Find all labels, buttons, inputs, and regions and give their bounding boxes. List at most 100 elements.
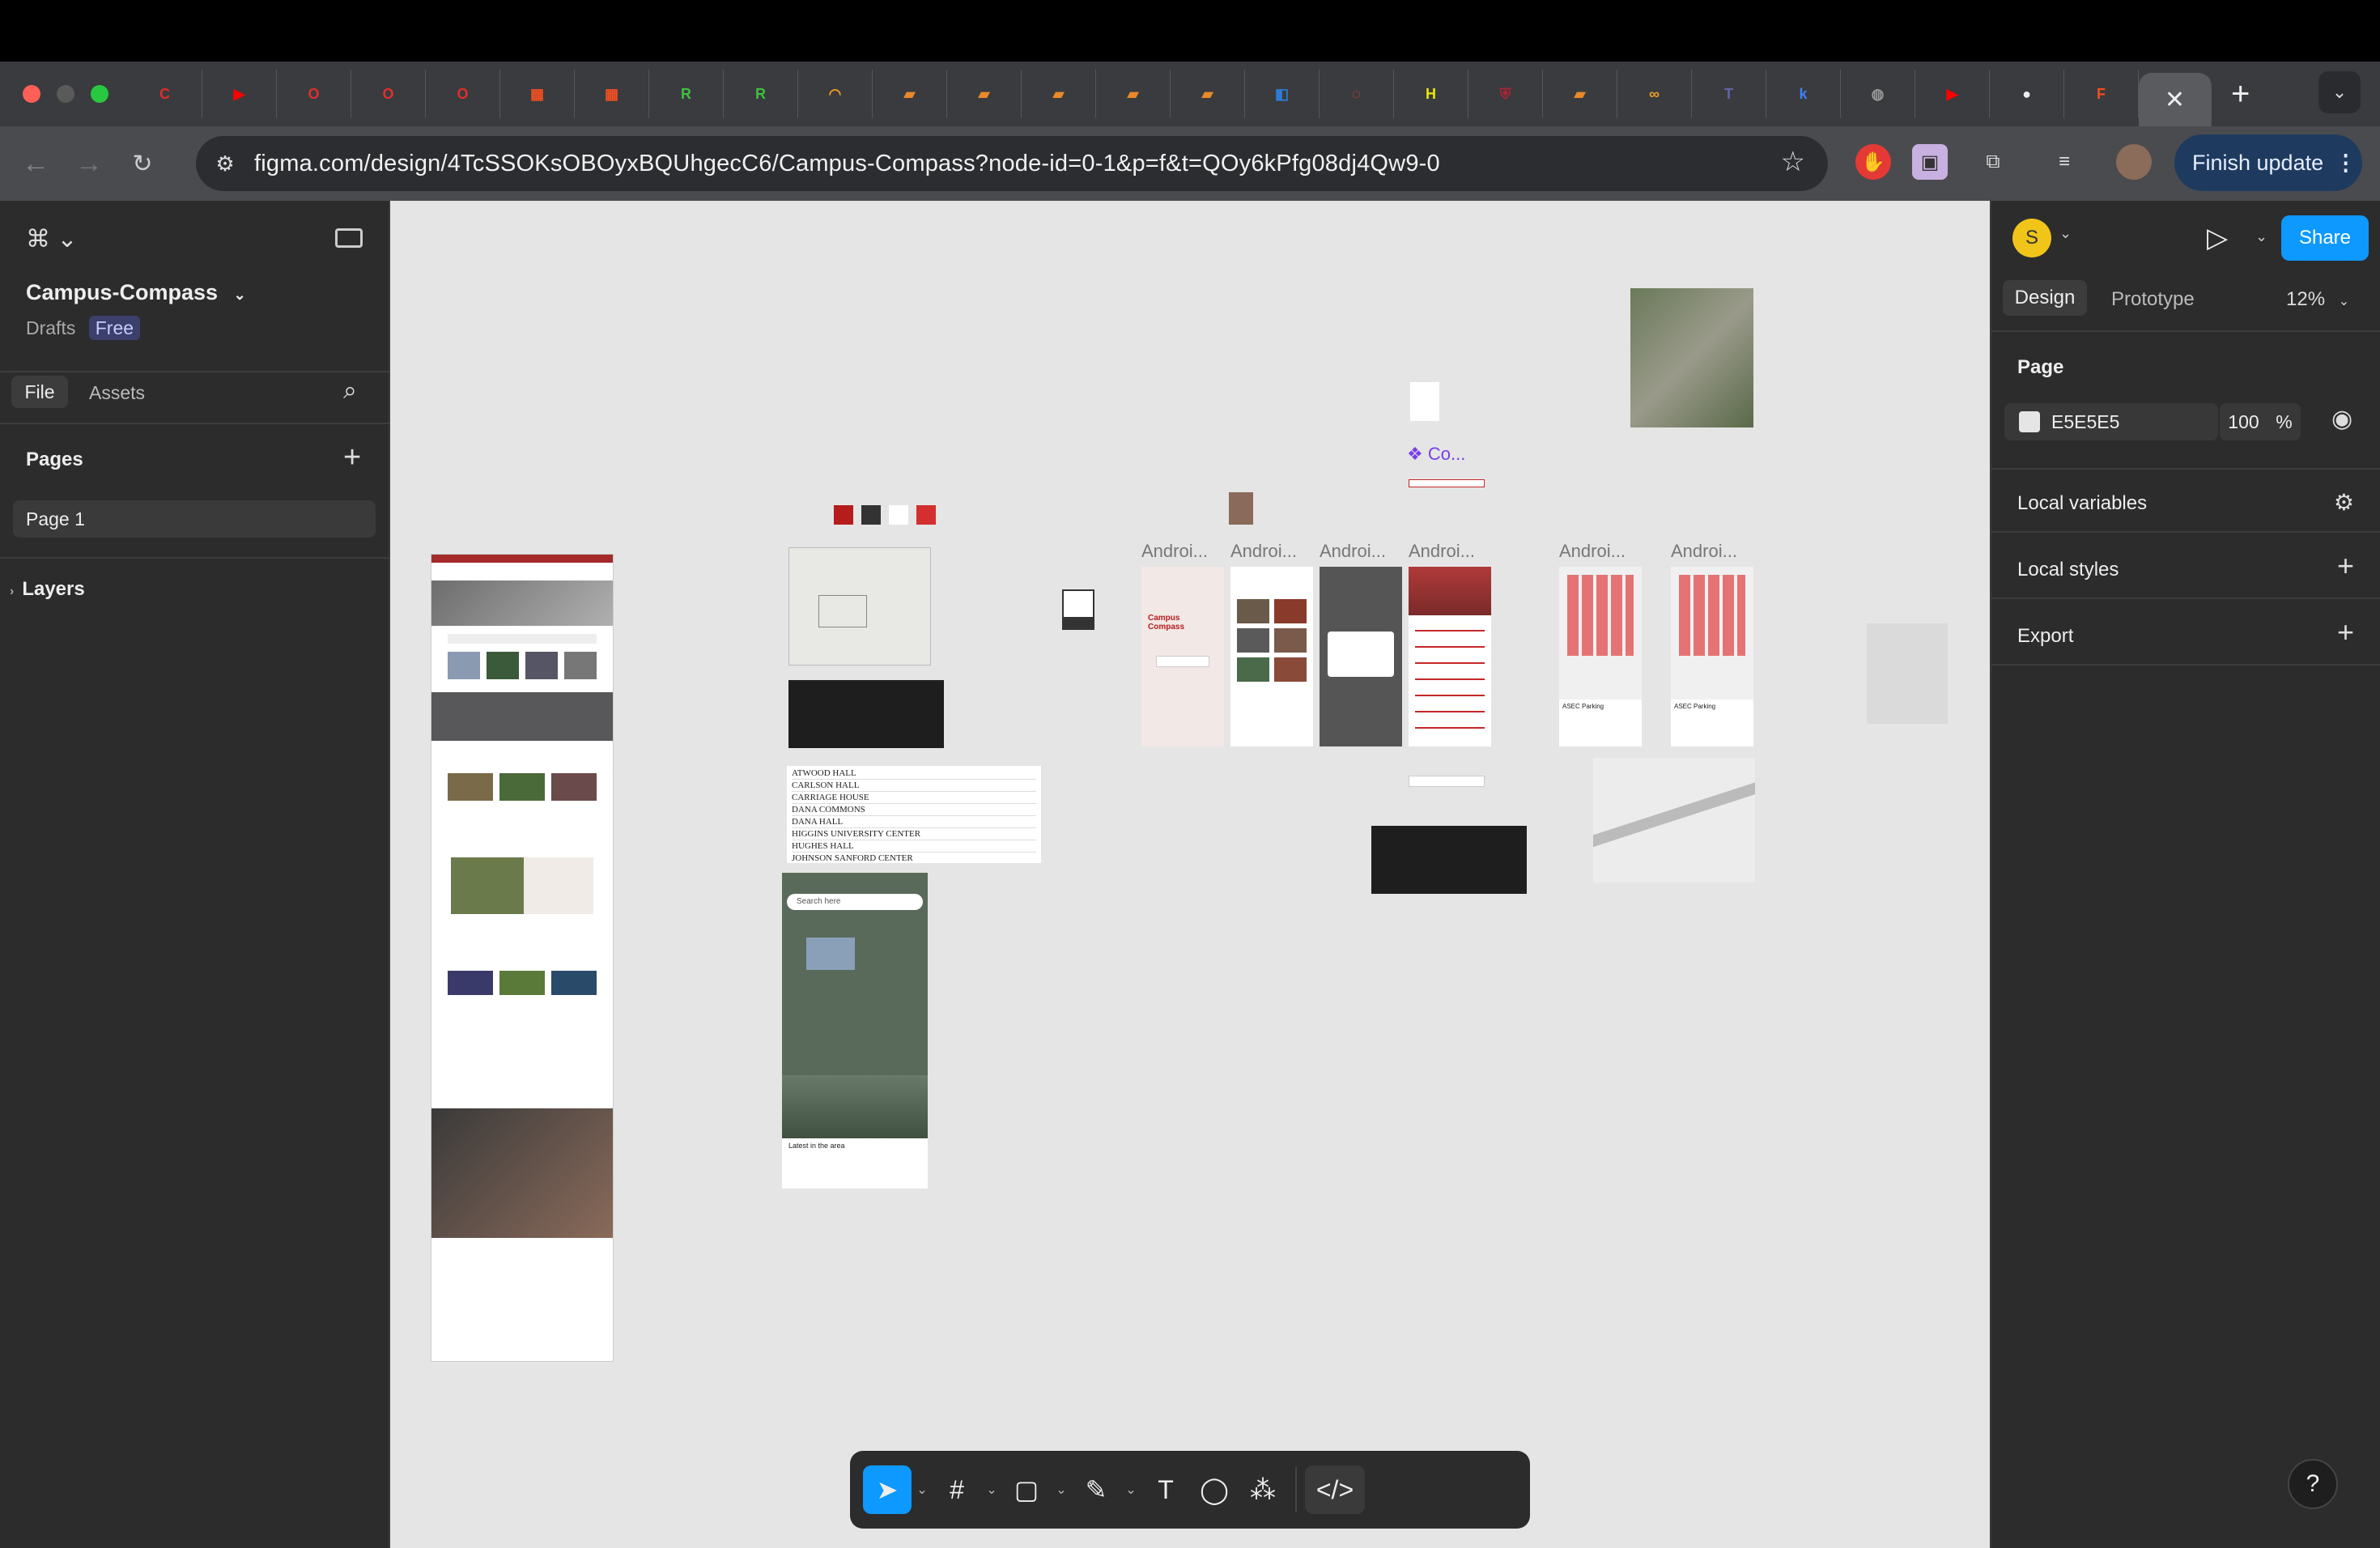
browser-tab[interactable]: F xyxy=(2064,70,2139,118)
file-name[interactable]: Campus-Compass ⌄ xyxy=(26,280,246,305)
frame-label-android-2[interactable]: Androi... xyxy=(1230,541,1297,562)
move-tool-icon[interactable]: ➤ xyxy=(863,1465,912,1514)
add-style-icon[interactable]: + xyxy=(2337,549,2354,583)
fill-swatch[interactable] xyxy=(2019,411,2040,432)
add-export-icon[interactable]: + xyxy=(2337,615,2354,649)
pen-tool-icon[interactable]: ✎ xyxy=(1072,1465,1120,1514)
url-text[interactable]: figma.com/design/4TcSSOKsOBOyxBQUhgecC6/… xyxy=(254,151,1440,177)
address-bar[interactable]: ⚙ figma.com/design/4TcSSOKsOBOyxBQUhgecC… xyxy=(196,136,1828,191)
zoom-control[interactable]: 12% ⌄ xyxy=(2286,288,2349,311)
chevron-down-icon[interactable]: ⌄ xyxy=(1120,1482,1141,1498)
rectangle-tool-icon[interactable]: ▢ xyxy=(1002,1465,1051,1514)
user-avatar[interactable]: S xyxy=(2012,219,2051,257)
browser-tab[interactable]: ▰ xyxy=(947,70,1022,118)
map-search-field[interactable]: Search here xyxy=(787,894,923,910)
browser-tab[interactable]: ◧ xyxy=(1245,70,1320,118)
dev-mode-toggle-icon[interactable]: </> xyxy=(1305,1465,1365,1514)
layers-heading[interactable]: › Layers xyxy=(10,578,85,601)
browser-tab[interactable]: R xyxy=(649,70,724,118)
search-icon[interactable]: ⌕ xyxy=(343,377,357,405)
browser-tab[interactable]: ⛨ xyxy=(1468,70,1543,118)
building-thumb[interactable] xyxy=(1229,492,1253,525)
aerial-parking-photo[interactable] xyxy=(1630,288,1753,427)
component-instance[interactable] xyxy=(1409,479,1485,487)
comment-tool-icon[interactable]: ◯ xyxy=(1190,1465,1239,1514)
drafts-label[interactable]: Drafts xyxy=(26,317,75,338)
terminal-screenshot[interactable] xyxy=(788,680,944,748)
browser-tab[interactable]: ◌ xyxy=(1320,70,1394,118)
back-button[interactable]: ← xyxy=(18,146,53,181)
frame-label-android-3[interactable]: Androi... xyxy=(1320,541,1386,562)
tab-search-button[interactable]: ⌄ xyxy=(2318,71,2361,113)
dropdown-component[interactable] xyxy=(1409,776,1485,787)
browser-tab-active[interactable]: ✕ xyxy=(2139,73,2212,126)
tab-file[interactable]: File xyxy=(11,376,68,408)
browser-tab[interactable]: ▰ xyxy=(1171,70,1245,118)
fill-opacity-field[interactable]: 100% xyxy=(2220,403,2301,440)
browser-tab[interactable]: ▶ xyxy=(202,70,277,118)
extension-hand-icon[interactable]: ✋ xyxy=(1855,144,1891,180)
finish-update-button[interactable]: Finish update ⋮ xyxy=(2174,134,2362,191)
color-swatch[interactable] xyxy=(861,505,881,525)
component-variant[interactable] xyxy=(1410,382,1439,421)
frame-label-android-5[interactable]: Androi... xyxy=(1559,541,1626,562)
browser-tab[interactable]: ◍ xyxy=(1841,70,1915,118)
chevron-down-icon[interactable]: ⌄ xyxy=(2059,225,2072,242)
map-phone-frame[interactable]: Search here Latest in the area xyxy=(782,873,928,1189)
browser-tab[interactable]: ▰ xyxy=(1543,70,1617,118)
tab-prototype[interactable]: Prototype xyxy=(2111,288,2195,311)
chevron-down-icon[interactable]: ⌄ xyxy=(2255,228,2267,245)
chevron-down-icon[interactable]: ⌄ xyxy=(981,1482,1002,1498)
help-button[interactable]: ? xyxy=(2288,1459,2338,1509)
frame-tool-icon[interactable]: # xyxy=(933,1465,981,1514)
bookmark-star-icon[interactable]: ☆ xyxy=(1781,146,1805,178)
more-menu-icon[interactable]: ⋮ xyxy=(2335,151,2357,176)
browser-tab[interactable]: k xyxy=(1766,70,1841,118)
new-tab-button[interactable]: + xyxy=(2231,76,2250,113)
figma-canvas[interactable]: ATWOOD HALL CARLSON HALL CARRIAGE HOUSE DAN… xyxy=(390,201,1990,1548)
profile-avatar[interactable] xyxy=(2116,144,2152,180)
browser-tab[interactable]: O xyxy=(426,70,500,118)
android-frame-1[interactable]: Campus Compass xyxy=(1141,567,1224,746)
browser-tab[interactable]: ● xyxy=(1990,70,2064,118)
chevron-down-icon[interactable]: ⌄ xyxy=(234,287,246,303)
extension-purple-icon[interactable]: ▣ xyxy=(1912,144,1948,180)
text-tool-icon[interactable]: T xyxy=(1141,1465,1190,1514)
chevron-down-icon[interactable]: ⌄ xyxy=(1051,1482,1072,1498)
handwritten-notes-image[interactable] xyxy=(788,547,931,666)
component-label[interactable]: ❖ Co... xyxy=(1407,444,1465,465)
browser-tab[interactable]: ▰ xyxy=(1096,70,1171,118)
reload-button[interactable]: ↻ xyxy=(125,146,160,181)
eye-icon[interactable]: ◉ xyxy=(2331,405,2352,433)
page-background-fill[interactable]: E5E5E5 xyxy=(2004,403,2218,440)
android-frame-6[interactable]: ASEC Parking xyxy=(1671,567,1753,746)
browser-tab[interactable]: ◠ xyxy=(798,70,873,118)
tab-assets[interactable]: Assets xyxy=(89,382,145,404)
empty-frame[interactable] xyxy=(1867,623,1948,724)
share-button[interactable]: Share xyxy=(2281,215,2369,261)
color-swatches[interactable] xyxy=(834,505,936,525)
android-frame-4[interactable] xyxy=(1409,567,1491,746)
frame-label-android-4[interactable]: Androi... xyxy=(1409,541,1475,562)
present-play-icon[interactable]: ▷ xyxy=(2207,222,2228,254)
browser-tab[interactable]: ▰ xyxy=(873,70,947,118)
site-settings-icon[interactable]: ⚙ xyxy=(207,146,243,181)
terminal-screenshot-2[interactable] xyxy=(1371,826,1527,894)
android-frame-5[interactable]: ASEC Parking xyxy=(1559,567,1642,746)
android-frame-2[interactable] xyxy=(1230,567,1313,746)
fill-hex-value[interactable]: E5E5E5 xyxy=(2051,411,2119,433)
close-tab-icon[interactable]: ✕ xyxy=(2165,86,2185,114)
variables-settings-icon[interactable]: ⚙ xyxy=(2334,489,2354,516)
browser-tab[interactable]: H xyxy=(1394,70,1468,118)
website-frame[interactable] xyxy=(431,554,614,1362)
color-swatch[interactable] xyxy=(889,505,908,525)
browser-tab[interactable]: ▶ xyxy=(1915,70,1990,118)
forward-button[interactable]: → xyxy=(71,146,107,181)
browser-tab[interactable]: ▦ xyxy=(575,70,649,118)
browser-tab[interactable]: O xyxy=(277,70,351,118)
tab-design[interactable]: Design xyxy=(2003,280,2087,316)
hall-list-frame[interactable]: ATWOOD HALL CARLSON HALL CARRIAGE HOUSE DAN… xyxy=(787,766,1041,863)
browser-tab[interactable]: R xyxy=(724,70,798,118)
browser-tab[interactable]: O xyxy=(351,70,426,118)
media-control-icon[interactable]: ≡ xyxy=(2046,144,2082,180)
